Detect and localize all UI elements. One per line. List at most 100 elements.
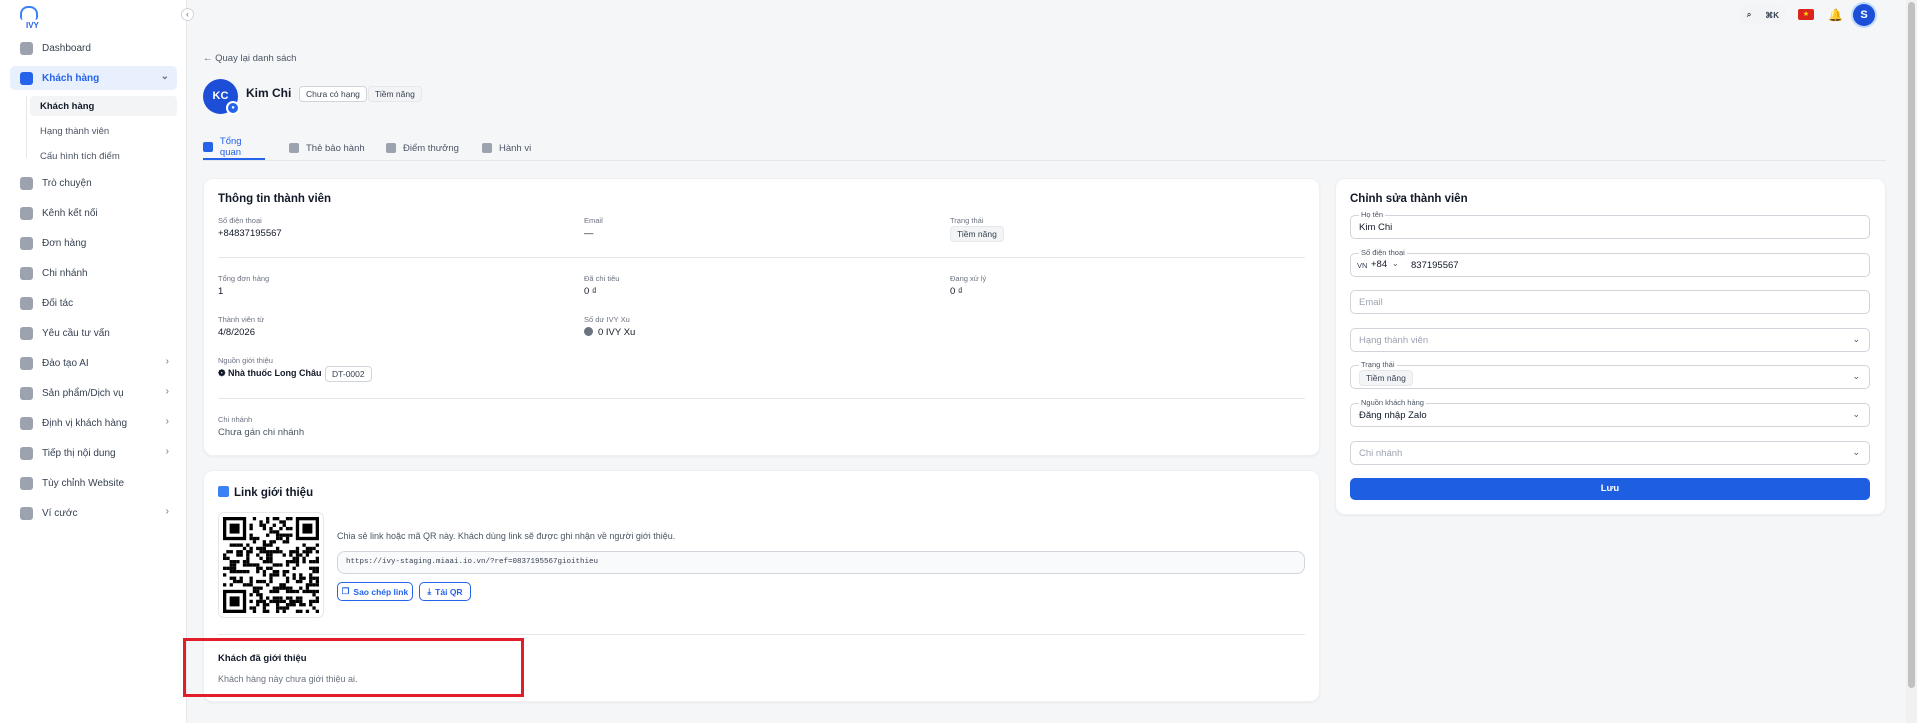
download-icon: ⤓ xyxy=(427,586,432,596)
qr-module xyxy=(295,579,300,584)
qr-grid-icon xyxy=(218,486,229,497)
sidebar-item-label: Kênh kết nối xyxy=(42,207,98,219)
processing-label: Đang xử lý xyxy=(950,274,987,283)
qr-module xyxy=(249,526,253,531)
email-field[interactable]: Email xyxy=(1350,290,1870,314)
back-to-list-link[interactable]: ← Quay lại danh sách xyxy=(203,53,296,64)
qr-module xyxy=(292,560,296,564)
sidebar-item-label: Đối tác xyxy=(42,297,74,309)
sidebar-item-customer-positioning[interactable]: Định vị khách hàng › xyxy=(10,411,177,435)
qr-module xyxy=(262,523,267,527)
tab-warranty[interactable]: Thẻ bảo hành xyxy=(289,136,365,160)
collapse-sidebar-button[interactable]: ‹ xyxy=(181,8,194,21)
users-icon xyxy=(20,71,33,85)
qr-module xyxy=(292,566,296,570)
sidebar-subitem-member-tiers[interactable]: Hạng thành viên xyxy=(30,121,177,141)
qr-module xyxy=(256,546,260,551)
branch-select[interactable]: Chi nhánh ⌄ xyxy=(1350,441,1870,465)
qr-module xyxy=(266,566,270,570)
qr-module xyxy=(279,526,283,531)
chevron-down-icon: ⌄ xyxy=(1852,334,1860,344)
qr-module xyxy=(309,579,313,584)
sidebar-item-label: Đào tạo AI xyxy=(42,357,89,369)
tab-behavior[interactable]: Hành vi xyxy=(482,136,531,160)
sidebar-item-partners[interactable]: Đối tác xyxy=(10,291,177,315)
qr-module xyxy=(266,556,270,561)
qr-module xyxy=(285,606,290,610)
qr-module xyxy=(252,589,257,594)
member-info-title: Thông tin thành viên xyxy=(218,193,332,205)
qr-module xyxy=(272,569,276,574)
user-avatar[interactable]: S xyxy=(1853,4,1875,26)
qr-module xyxy=(266,520,270,524)
sidebar-item-ai-training[interactable]: Đào tạo AI › xyxy=(10,351,177,375)
qr-module xyxy=(223,566,227,570)
download-qr-button[interactable]: ⤓ Tải QR xyxy=(419,582,471,601)
source-select[interactable]: Nguồn khách hàng Đăng nhập Zalo ⌄ xyxy=(1350,398,1870,427)
qr-module xyxy=(256,586,260,590)
sidebar-item-wallet[interactable]: Ví cước › xyxy=(10,501,177,525)
chart-icon xyxy=(482,143,492,153)
qr-module xyxy=(279,599,283,604)
tier-select[interactable]: Hạng thành viên ⌄ xyxy=(1350,328,1870,352)
name-field[interactable]: Họ tên Kim Chi xyxy=(1350,210,1870,239)
qr-module xyxy=(266,550,270,554)
qr-module xyxy=(229,560,233,564)
sidebar-item-products[interactable]: Sản phẩm/Dịch vụ › xyxy=(10,381,177,405)
qr-module xyxy=(289,526,293,531)
qr-module xyxy=(259,586,263,590)
sidebar-item-customers[interactable]: Khách hàng ⌄ xyxy=(10,66,177,90)
qr-finder-pattern xyxy=(229,596,240,607)
qr-module xyxy=(246,563,250,567)
qr-module xyxy=(282,540,286,544)
qr-module xyxy=(262,546,267,551)
qr-module xyxy=(312,589,316,594)
dial-code[interactable]: +84 xyxy=(1371,259,1387,270)
phone-field[interactable]: Số điện thoại VN +84 ⌄ 837195567 xyxy=(1350,248,1870,277)
sidebar-item-branches[interactable]: Chi nhánh xyxy=(10,261,177,285)
qr-module xyxy=(309,566,313,570)
qr-module xyxy=(315,543,319,547)
sidebar-item-consult-requests[interactable]: Yêu cầu tư vấn xyxy=(10,321,177,345)
shortcut-label: ⌘K xyxy=(1765,10,1780,20)
sidebar-subitem-points-config[interactable]: Cấu hình tích điểm xyxy=(30,146,177,166)
qr-module xyxy=(252,563,257,567)
sidebar-item-dashboard[interactable]: Dashboard xyxy=(10,36,177,60)
sidebar-item-website-custom[interactable]: Tùy chỉnh Website xyxy=(10,471,177,495)
tab-points[interactable]: Điểm thưởng xyxy=(386,136,459,160)
sidebar-item-content-marketing[interactable]: Tiếp thị nội dung › xyxy=(10,441,177,465)
country-code[interactable]: VN xyxy=(1357,261,1367,270)
qr-module xyxy=(259,520,263,524)
scrollbar-thumb[interactable] xyxy=(1908,2,1915,688)
qr-module xyxy=(312,583,316,587)
bell-icon[interactable]: 🔔 xyxy=(1828,8,1843,22)
referral-link-field[interactable]: https://ivy-staging.miaai.io.vn/?ref=083… xyxy=(337,551,1305,574)
copy-link-button[interactable]: ❐ Sao chép link xyxy=(337,582,413,601)
save-button[interactable]: Lưu xyxy=(1350,478,1870,500)
search-button[interactable]: ⌕ ⌘K xyxy=(1740,5,1786,25)
status-select[interactable]: Trạng thái Tiềm năng ⌄ xyxy=(1350,360,1870,389)
qr-module xyxy=(302,556,306,561)
camera-icon[interactable]: ● xyxy=(226,101,240,115)
qr-module xyxy=(315,579,319,584)
qr-module xyxy=(302,560,306,564)
sidebar-item-chat[interactable]: Trò chuyện xyxy=(10,171,177,195)
qr-module xyxy=(269,530,273,534)
vietnam-flag-icon[interactable]: ★ xyxy=(1798,9,1814,20)
sidebar-subitem-customers[interactable]: Khách hàng xyxy=(30,96,177,116)
sidebar-item-orders[interactable]: Đơn hàng xyxy=(10,231,177,255)
qr-module xyxy=(292,550,296,554)
qr-module xyxy=(226,550,230,554)
ivy-logo[interactable]: IVY xyxy=(16,6,46,30)
spent-label: Đã chi tiêu xyxy=(584,274,620,283)
chevron-right-icon: › xyxy=(165,506,169,517)
referral-source-row: ❁ Nhà thuốc Long Châu xyxy=(218,368,322,379)
sidebar-item-channels[interactable]: Kênh kết nối xyxy=(10,201,177,225)
tab-label: Điểm thưởng xyxy=(403,142,459,154)
source-select-label: Nguồn khách hàng xyxy=(1359,398,1426,407)
tier-placeholder: Hạng thành viên xyxy=(1359,335,1429,346)
tab-overview[interactable]: Tổng quan xyxy=(203,136,265,160)
wallet-icon xyxy=(20,506,33,520)
processing-value: 0 ₫ xyxy=(950,286,963,297)
scrollbar[interactable] xyxy=(1906,0,1917,723)
